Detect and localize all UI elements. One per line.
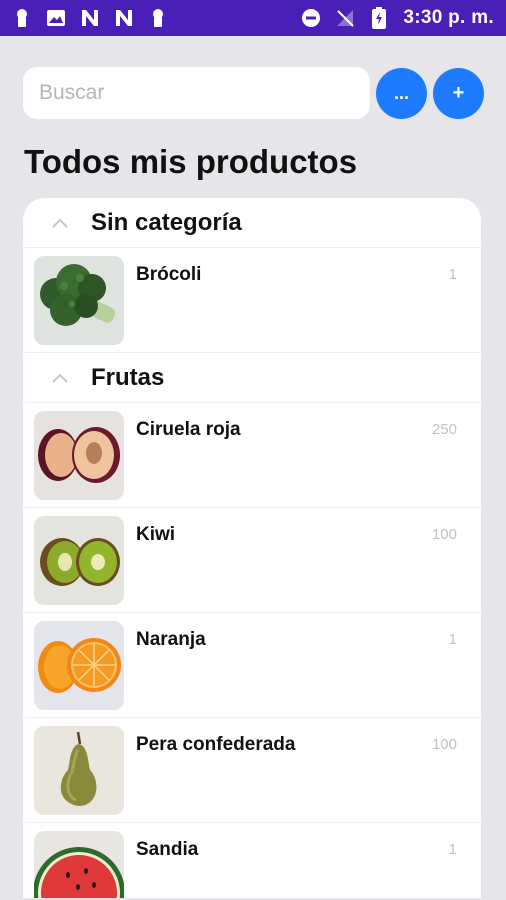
kiwi-image [34, 516, 124, 605]
section-header-sin-categoria[interactable]: Sin categoría [23, 198, 481, 248]
status-bar: 3:30 p. m. [0, 0, 506, 36]
n-icon [80, 8, 100, 28]
list-item-brocoli[interactable]: Brócoli 1 [23, 248, 481, 353]
section-title: Sin categoría [91, 208, 242, 236]
item-name: Kiwi [136, 524, 176, 545]
item-quantity: 250 [431, 421, 457, 438]
battery-charging-icon [369, 7, 389, 29]
item-quantity: 100 [431, 736, 457, 753]
chevron-up-icon [51, 212, 73, 234]
pear-image [34, 726, 124, 815]
page-title: Todos mis productos [24, 143, 358, 180]
search-row: ... + [23, 67, 484, 119]
plum-image [34, 411, 124, 500]
do-not-disturb-icon [301, 8, 321, 28]
item-name: Sandia [136, 839, 199, 860]
more-options-button[interactable]: ... [376, 68, 427, 119]
status-bar-left [12, 8, 168, 28]
image-icon [46, 8, 66, 28]
broccoli-image [34, 256, 124, 345]
products-list: Sin categoría Brócoli 1 Frutas Ciruela r… [23, 198, 481, 898]
chevron-up-icon [51, 367, 73, 389]
list-item-kiwi[interactable]: Kiwi 100 [23, 508, 481, 613]
no-signal-icon [335, 8, 355, 28]
item-quantity: 1 [448, 631, 457, 648]
item-name: Naranja [136, 629, 206, 650]
list-item-ciruela-roja[interactable]: Ciruela roja 250 [23, 403, 481, 508]
keyhole-icon [148, 8, 168, 28]
list-item-naranja[interactable]: Naranja 1 [23, 613, 481, 718]
item-quantity: 1 [448, 266, 457, 283]
add-product-button[interactable]: + [433, 68, 484, 119]
item-name: Pera confederada [136, 734, 296, 755]
item-name: Brócoli [136, 264, 202, 285]
status-time: 3:30 p. m. [403, 7, 494, 28]
list-item-pera-confederada[interactable]: Pera confederada 100 [23, 718, 481, 823]
watermelon-image [34, 831, 124, 898]
item-quantity: 100 [431, 526, 457, 543]
keyhole-icon [12, 8, 32, 28]
section-title: Frutas [91, 363, 165, 391]
list-item-sandia[interactable]: Sandia 1 [23, 823, 481, 898]
n-icon [114, 8, 134, 28]
item-name: Ciruela roja [136, 419, 241, 440]
section-header-frutas[interactable]: Frutas [23, 353, 481, 403]
item-quantity: 1 [448, 841, 457, 858]
search-input[interactable] [23, 67, 370, 119]
status-bar-right: 3:30 p. m. [301, 7, 494, 29]
orange-image [34, 621, 124, 710]
